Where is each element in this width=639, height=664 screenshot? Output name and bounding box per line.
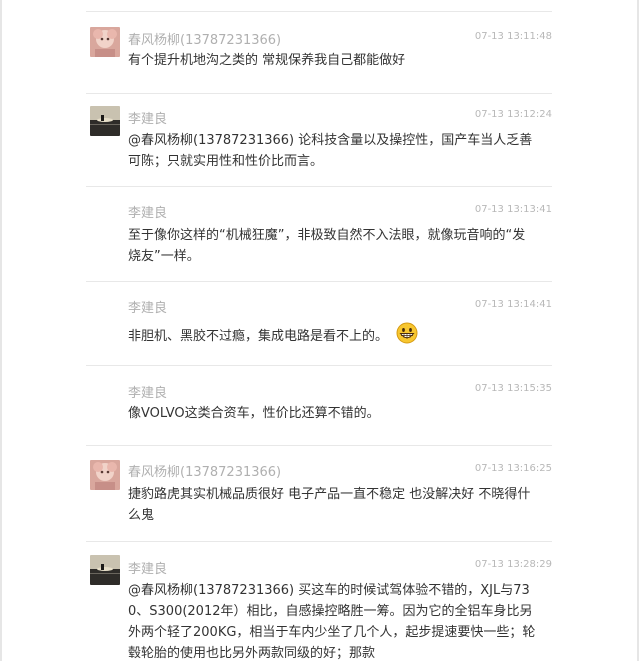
pink-doll-avatar[interactable] <box>90 460 120 490</box>
comment-timestamp: 07-13 13:11:48 <box>474 31 552 42</box>
comment-author[interactable]: 李建良 <box>128 297 167 316</box>
pink-doll-avatar[interactable] <box>90 27 120 57</box>
comment-timestamp: 07-13 13:16:25 <box>474 463 552 474</box>
comment-timestamp: 07-13 13:13:41 <box>474 204 552 215</box>
grinning-face-icon <box>396 322 418 344</box>
comment-item: 李建良 07-13 13:12:24 @春风杨柳(13787231366) 论科… <box>86 93 552 186</box>
comment-text: 至于像你这样的“机械狂魔”，非极致自然不入法眼，就像玩音响的“发烧友”一样。 <box>128 228 526 264</box>
comment-text: 捷豹路虎其实机械品质很好 电子产品一直不稳定 也没解决好 不晓得什么鬼 <box>128 487 531 523</box>
comment-item: 李建良 07-13 13:14:41 非胆机、黑胶不过瘾，集成电路是看不上的。 <box>86 281 552 365</box>
comment-text: @春风杨柳(13787231366) 买这车的时候试驾体验不错的，XJL与730… <box>128 583 536 661</box>
comment-item: 春风杨柳(13787231366) 07-13 13:16:25 捷豹路虎其实机… <box>86 445 552 541</box>
comment-timestamp: 07-13 13:15:35 <box>474 383 552 394</box>
comment-item: 李建良 07-13 13:28:29 @春风杨柳(13787231366) 买这… <box>86 541 552 661</box>
comment-text-body: 非胆机、黑胶不过瘾，集成电路是看不上的。 <box>128 329 389 344</box>
comment-author[interactable]: 春风杨柳(13787231366) <box>128 461 281 480</box>
comment-item: 春风杨柳(13787231366) 07-13 13:11:48 有个提升机地沟… <box>86 11 552 93</box>
comment-author[interactable]: 李建良 <box>128 108 167 127</box>
comment-timestamp: 07-13 13:28:29 <box>474 559 552 570</box>
sunset-lake-avatar[interactable] <box>90 106 120 136</box>
comment-author[interactable]: 李建良 <box>128 382 167 401</box>
comment-author[interactable]: 春风杨柳(13787231366) <box>128 29 281 48</box>
comment-text: 有个提升机地沟之类的 常规保养我自己都能做好 <box>128 53 406 68</box>
comment-timestamp: 07-13 13:12:24 <box>474 109 552 120</box>
comment-text: 非胆机、黑胶不过瘾，集成电路是看不上的。 <box>128 322 538 347</box>
page-left-border <box>0 0 2 661</box>
comment-text: 像VOLVO这类合资车，性价比还算不错的。 <box>128 406 380 421</box>
comment-item: 李建良 07-13 13:15:35 像VOLVO这类合资车，性价比还算不错的。 <box>86 365 552 445</box>
comment-item: 李建良 07-13 13:13:41 至于像你这样的“机械狂魔”，非极致自然不入… <box>86 186 552 281</box>
comment-text: @春风杨柳(13787231366) 论科技含量以及操控性，国产车当人乏善可陈；… <box>128 133 533 169</box>
comment-author[interactable]: 李建良 <box>128 558 167 577</box>
sunset-lake-avatar[interactable] <box>90 555 120 585</box>
comment-timestamp: 07-13 13:14:41 <box>474 299 552 310</box>
comment-author[interactable]: 李建良 <box>128 202 167 221</box>
